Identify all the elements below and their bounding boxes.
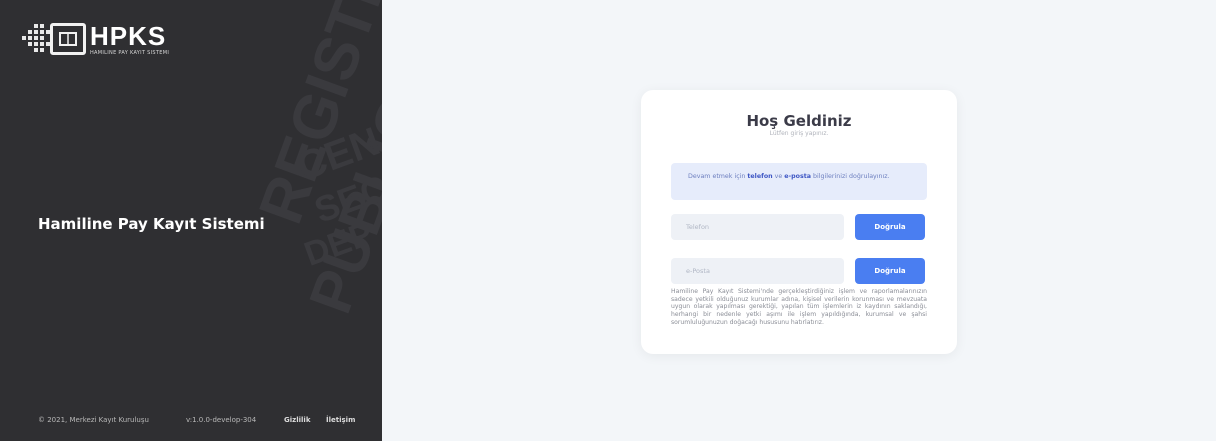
email-placeholder: e-Posta <box>686 267 710 275</box>
system-title: Hamiline Pay Kayıt Sistemi <box>38 215 265 233</box>
verify-email-button[interactable]: Doğrula <box>855 258 925 284</box>
login-subtitle: Lütfen giriş yapınız. <box>769 130 829 137</box>
info-alert: Devam etmek için telefon ve e-posta bilg… <box>671 163 927 200</box>
email-input[interactable]: e-Posta <box>671 258 844 284</box>
pixel-dots-icon <box>20 22 50 56</box>
book-icon <box>50 23 86 55</box>
info-prefix: Devam etmek için <box>688 173 748 180</box>
info-mid: ve <box>772 173 785 180</box>
phone-placeholder: Telefon <box>686 223 710 231</box>
privacy-link[interactable]: Gizlilik <box>284 416 316 424</box>
hpks-logo: HPKS HAMILINE PAY KAYIT SISTEMI <box>20 22 169 56</box>
logo-subtitle: HAMILINE PAY KAYIT SISTEMI <box>90 49 170 56</box>
disclaimer-text: Hamiline Pay Kayıt Sistemi'nde gerçekleş… <box>671 288 927 326</box>
login-card: Hoş Geldiniz Lütfen giriş yapınız. Devam… <box>641 90 957 354</box>
info-suffix: bilgilerinizi doğrulayınız. <box>811 173 890 180</box>
welcome-title: Hoş Geldiniz <box>746 112 852 130</box>
verify-phone-button[interactable]: Doğrula <box>855 214 925 240</box>
info-email: e-posta <box>784 173 812 180</box>
copyright-text: © 2021, Merkezi Kayıt Kuruluşu <box>38 416 149 424</box>
version-text: v:1.0.0-develop-304 <box>186 416 257 424</box>
phone-input[interactable]: Telefon <box>671 214 844 240</box>
logo-text: HPKS <box>90 20 167 51</box>
brand-panel: REGISTRY PUBLIC CEN SEC DEP HPKS HAMILIN… <box>0 0 382 441</box>
info-phone: telefon <box>747 173 773 180</box>
contact-link[interactable]: İletişim <box>326 416 355 424</box>
footer: © 2021, Merkezi Kayıt Kuruluşu v:1.0.0-d… <box>38 416 368 424</box>
